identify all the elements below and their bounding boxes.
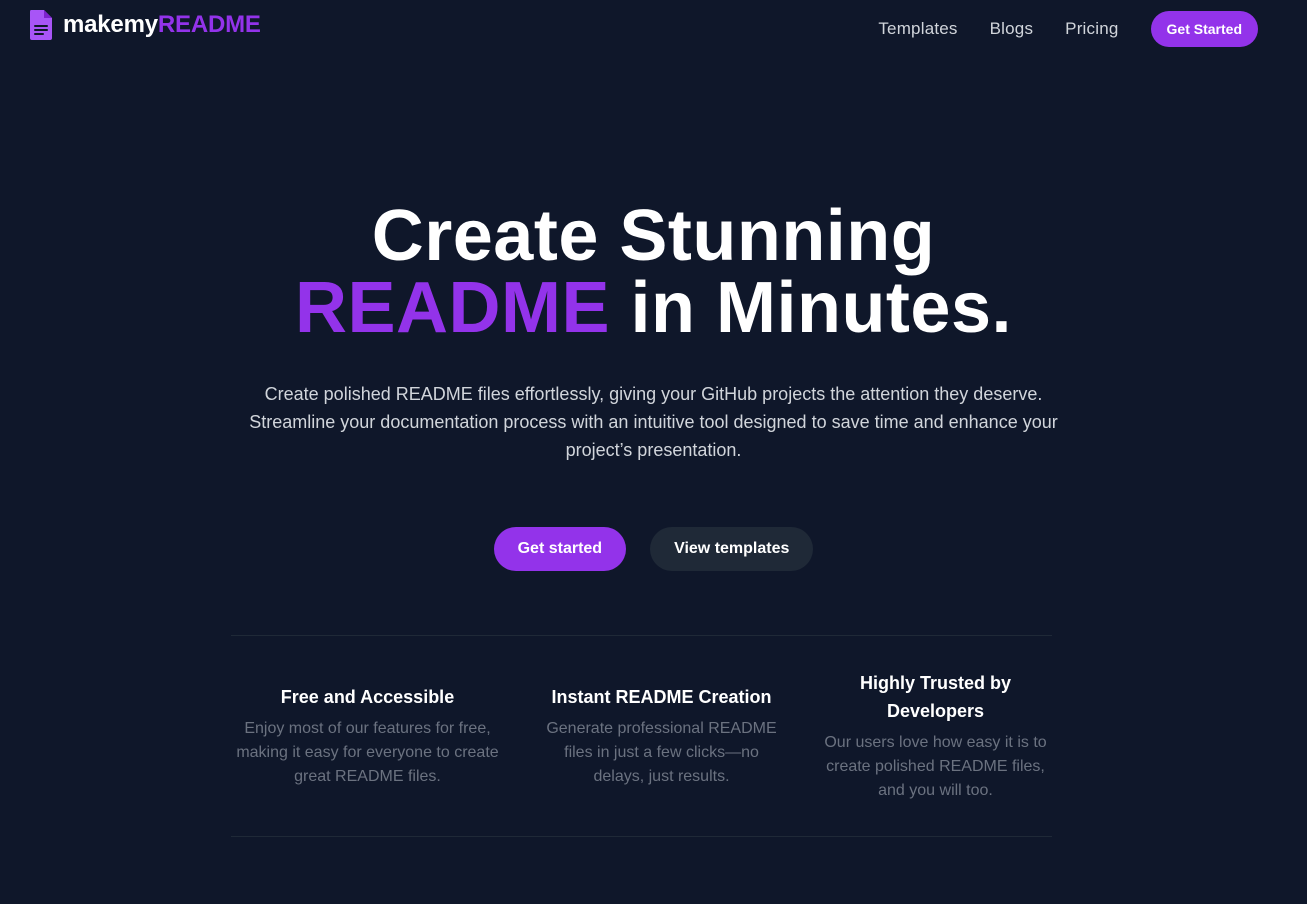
top-nav: Templates Blogs Pricing Get Started: [878, 11, 1258, 47]
hero-section: Create Stunning README in Minutes. Creat…: [0, 200, 1307, 464]
view-templates-button[interactable]: View templates: [650, 527, 814, 571]
nav-link-blogs[interactable]: Blogs: [990, 19, 1034, 39]
feature-highly-trusted: Highly Trusted by Developers Our users l…: [819, 669, 1052, 803]
feature-title: Instant README Creation: [551, 687, 772, 707]
get-started-nav-button[interactable]: Get Started: [1150, 11, 1258, 47]
logo-text-accent: README: [157, 11, 261, 38]
nav-link-templates[interactable]: Templates: [878, 19, 957, 39]
logo-link[interactable]: makemyREADME: [29, 9, 261, 41]
feature-instant-creation: Instant README Creation Generate profess…: [504, 683, 819, 789]
document-icon: [29, 9, 53, 41]
nav-link-pricing[interactable]: Pricing: [1065, 19, 1118, 39]
hero-description: Create polished README files effortlessl…: [249, 384, 1058, 460]
logo-text-plain: makemy: [63, 11, 158, 38]
feature-description: Enjoy most of our features for free, mak…: [236, 720, 499, 785]
hero-title-accent: README: [294, 268, 610, 348]
feature-title: Highly Trusted by Developers: [859, 673, 1012, 721]
hero-title-line1: Create Stunning: [371, 196, 936, 276]
features-section: Free and Accessible Enjoy most of our fe…: [231, 635, 1052, 837]
feature-title: Free and Accessible: [280, 687, 455, 707]
hero-actions: Get started View templates: [0, 527, 1307, 571]
feature-description: Generate professional README files in ju…: [546, 720, 777, 785]
feature-description: Our users love how easy it is to create …: [824, 734, 1047, 799]
feature-free-accessible: Free and Accessible Enjoy most of our fe…: [231, 683, 504, 789]
logo-text: makemyREADME: [63, 11, 261, 39]
get-started-button[interactable]: Get started: [493, 527, 627, 571]
hero-title: Create Stunning README in Minutes.: [0, 200, 1307, 344]
hero-title-line2: in Minutes.: [610, 268, 1012, 348]
